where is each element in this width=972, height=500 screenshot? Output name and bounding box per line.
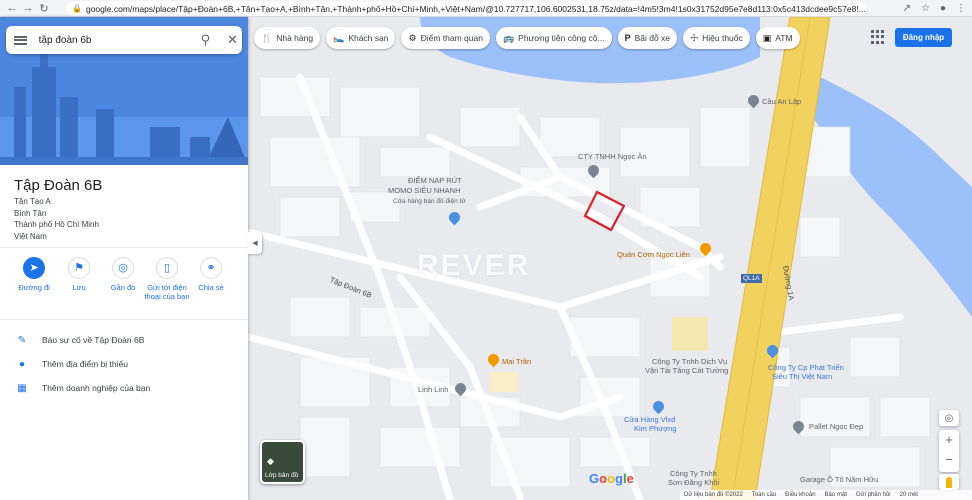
map-label[interactable]: Linh Linh: [418, 385, 448, 394]
chip-attractions[interactable]: ⚙ Điểm tham quan: [401, 27, 490, 49]
transit-icon: 🚌: [502, 32, 515, 43]
share-icon: ⚭: [200, 257, 222, 279]
share-page-icon[interactable]: ↗: [903, 3, 911, 14]
forward-icon[interactable]: →: [20, 0, 36, 16]
feedback-link[interactable]: Gửi phản hồi: [856, 492, 891, 498]
chip-restaurants[interactable]: 🍴 Nhà hàng: [254, 27, 321, 49]
map-label[interactable]: CTY TNHH Ngọc Ân: [578, 152, 647, 161]
send-to-phone-icon: ▯: [156, 257, 178, 279]
place-panel: ⚲ ✕ Tập Đoàn 6B Tân Tạo A Bình Tân Thành…: [0, 17, 248, 500]
chip-hotels[interactable]: 🛌 Khách sạn: [326, 27, 396, 49]
add-business-link[interactable]: ▦ Thêm doanh nghiệp của bạn: [0, 378, 248, 398]
map-label[interactable]: Công Ty Tnhh Dịch Vụ: [652, 357, 727, 366]
parking-icon: P: [624, 33, 631, 43]
terms-link[interactable]: Điều khoản: [785, 492, 815, 498]
map-label[interactable]: Vận Tải Tăng Cát Tường: [645, 366, 728, 375]
zoom-controls: + −: [939, 430, 959, 472]
scale-label: 20 mét: [899, 492, 918, 498]
add-location-icon: ●: [18, 358, 26, 370]
watermark: REVER: [417, 249, 531, 282]
chip-pharmacy[interactable]: ☩ Hiệu thuốc: [683, 27, 750, 49]
map-label[interactable]: MOMO SIÊU NHANH: [388, 186, 461, 195]
map-label[interactable]: Siêu Thị Việt Nam: [772, 372, 832, 381]
search-input[interactable]: [38, 34, 182, 46]
reload-icon[interactable]: ↻: [36, 0, 52, 16]
layers-button[interactable]: ◆ Lớp bản đồ: [260, 440, 305, 484]
signin-button[interactable]: Đăng nhập: [895, 28, 952, 47]
profile-icon[interactable]: ●: [940, 3, 946, 14]
lock-icon: 🔒: [72, 4, 82, 13]
map-footer: Dữ liệu bản đồ ©2022 Toàn cầu Điều khoản…: [680, 490, 972, 500]
search-box: ⚲ ✕: [6, 26, 242, 54]
map-label[interactable]: Công Ty Tnhh: [670, 469, 717, 478]
place-title: Tập Đoàn 6B: [14, 177, 103, 194]
map-label[interactable]: ĐIỂM NẠP RÚT: [408, 176, 462, 185]
bookmark-icon: ⚑: [68, 257, 90, 279]
map-label[interactable]: Cửa Hàng Vlxd: [624, 415, 675, 424]
map-label[interactable]: Cửa hàng bán đồ điện tử: [393, 197, 466, 206]
map-label[interactable]: Pallet Ngọc Đẹp: [809, 422, 863, 431]
attraction-icon: ⚙: [408, 32, 417, 43]
chip-parking[interactable]: P Bãi đỗ xe: [617, 27, 678, 49]
nearby-icon: ◎: [112, 257, 134, 279]
privacy-link[interactable]: Bảo mật: [825, 492, 847, 498]
divider: [0, 247, 248, 248]
map-data-credit: Dữ liệu bản đồ ©2022: [684, 492, 743, 498]
business-icon: ▦: [17, 382, 27, 394]
zoom-in-button[interactable]: +: [939, 430, 959, 450]
add-missing-place-link[interactable]: ● Thêm địa điểm bị thiếu: [0, 354, 248, 374]
directions-button[interactable]: ➤ Đường đi: [11, 257, 57, 292]
send-to-phone-button[interactable]: ▯ Gửi tới điện thoại của bạn: [144, 257, 190, 301]
browser-toolbar: ← → ↻ 🔒 google.com/maps/place/Tập+Đoàn+6…: [0, 0, 972, 17]
map-label[interactable]: Kim Phượng: [634, 424, 676, 433]
divider: [0, 319, 248, 320]
map-label[interactable]: Cầu An Lập: [762, 97, 801, 106]
address-line: Thành phố Hồ Chí Minh: [14, 220, 99, 229]
category-chips: 🍴 Nhà hàng 🛌 Khách sạn ⚙ Điểm tham quan 🚌 Ph…: [254, 27, 800, 51]
layers-icon: ◆: [267, 456, 274, 466]
search-icon[interactable]: ⚲: [196, 30, 215, 50]
google-logo: Google: [589, 471, 634, 486]
layers-label: Lớp bản đồ: [265, 472, 299, 479]
hamburger-menu-icon[interactable]: [6, 26, 35, 54]
my-location-icon[interactable]: ◎: [939, 410, 959, 426]
atm-icon: ▣: [762, 32, 772, 43]
highway-shield: QL1A: [741, 274, 762, 283]
yellow-lot-2: [490, 372, 518, 392]
address-line: Tân Tạo A: [14, 197, 51, 206]
restaurant-icon: 🍴: [261, 32, 273, 43]
close-icon[interactable]: ✕: [223, 30, 242, 50]
star-icon[interactable]: ☆: [921, 3, 930, 14]
global-link[interactable]: Toàn cầu: [752, 492, 776, 498]
place-address: Tân Tạo A Bình Tân Thành phố Hồ Chí Minh…: [14, 196, 99, 242]
yellow-lot: [672, 317, 708, 351]
url-text: google.com/maps/place/Tập+Đoàn+6B,+Tân+T…: [85, 3, 866, 14]
pencil-icon: ✎: [17, 334, 27, 346]
directions-icon: ➤: [23, 257, 45, 279]
share-button[interactable]: ⚭ Chia sẻ: [188, 257, 234, 292]
nearby-button[interactable]: ◎ Gần đó: [100, 257, 146, 292]
map-label[interactable]: Garage Ô Tô Năm Hữu: [800, 475, 878, 484]
place-actions: ➤ Đường đi ⚑ Lưu ◎ Gần đó ▯ Gửi tới điện…: [0, 257, 248, 317]
collapse-panel-button[interactable]: ◀: [248, 232, 262, 254]
apps-grid-icon[interactable]: [871, 30, 885, 44]
address-line: Bình Tân: [14, 208, 47, 218]
zoom-out-button[interactable]: −: [939, 450, 959, 470]
map-label[interactable]: Quán Cơm Ngọc Liên: [617, 250, 690, 259]
hotel-icon: 🛌: [333, 32, 345, 43]
chip-atm[interactable]: ▣ ATM: [755, 27, 800, 49]
more-menu-icon[interactable]: ⋮: [956, 3, 966, 14]
street-view-pegman-icon[interactable]: [939, 474, 959, 490]
chip-transit[interactable]: 🚌 Phương tiện công cộ...: [495, 27, 612, 49]
map-label[interactable]: Sơn Đăng Khôi: [668, 478, 719, 487]
save-button[interactable]: ⚑ Lưu: [56, 257, 102, 292]
pharmacy-icon: ☩: [690, 32, 699, 43]
address-line: Việt Nam: [14, 231, 47, 241]
map-label[interactable]: Công Ty Cp Phát Triển: [768, 363, 844, 372]
map-label[interactable]: Mai Trần: [502, 357, 531, 366]
address-bar[interactable]: 🔒 google.com/maps/place/Tập+Đoàn+6B,+Tân…: [66, 1, 866, 16]
back-icon[interactable]: ←: [4, 0, 20, 16]
report-issue-link[interactable]: ✎ Báo sự cố về Tập Đoàn 6B: [0, 330, 248, 350]
